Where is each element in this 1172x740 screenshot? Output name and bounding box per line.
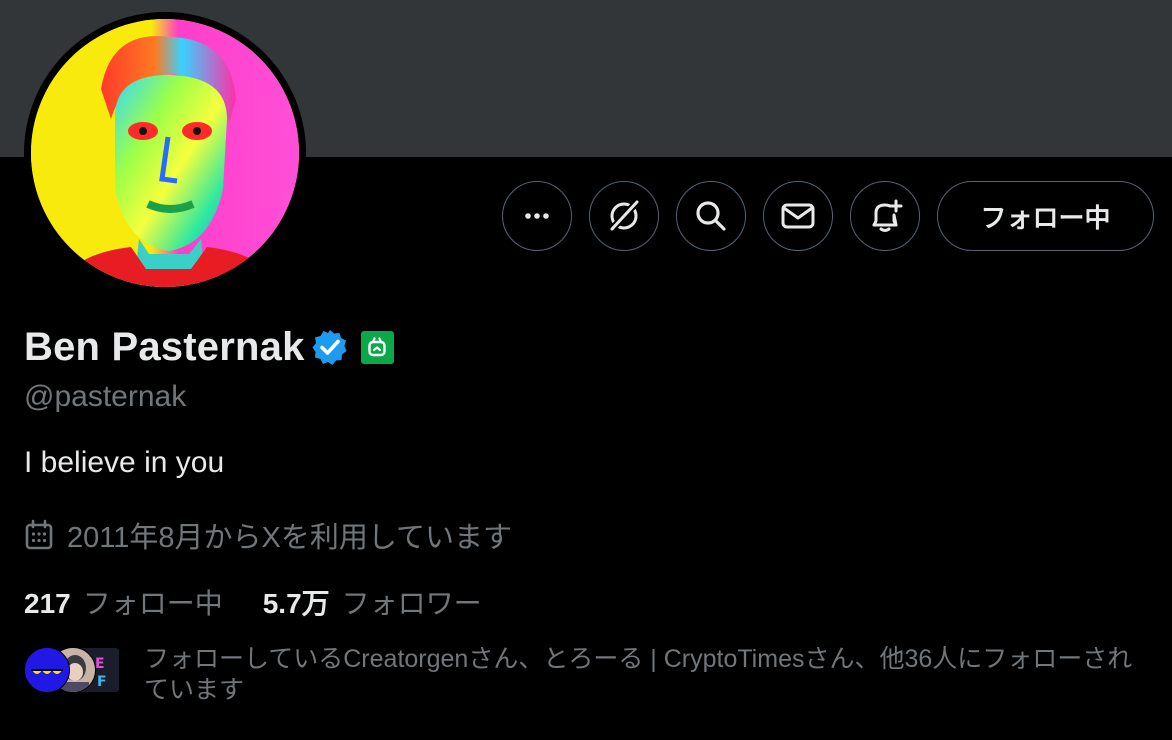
bell-plus-icon [872, 199, 903, 232]
more-button[interactable] [502, 181, 572, 251]
calendar-icon [25, 519, 53, 550]
display-name: Ben Pasternak [24, 324, 305, 369]
profile-avatar[interactable] [31, 19, 299, 287]
notify-button[interactable] [850, 181, 920, 251]
mutual-avatars: E F [24, 644, 124, 693]
search-profile-button[interactable] [676, 181, 746, 251]
profile-actions: フォロー中 [502, 181, 1154, 251]
join-date-text: 2011年8月からXを利用しています [67, 522, 512, 554]
following-button[interactable]: フォロー中 [937, 181, 1154, 251]
followers-count: 5.7万 [262, 588, 330, 619]
name-row: Ben Pasternak [24, 322, 394, 372]
user-handle: @pasternak [24, 380, 187, 413]
following-label: フォロー中 [82, 588, 223, 619]
following-stat-link[interactable]: 217 フォロー中 [24, 582, 223, 622]
profile-bio: I believe in you [24, 446, 225, 479]
envelope-icon [781, 203, 815, 229]
mutual-avatar [24, 647, 70, 693]
svg-text:F: F [97, 674, 107, 690]
search-icon [696, 201, 726, 231]
followers-you-know[interactable]: E F フォローしているCreatorgenさん、とろーる | CryptoTi… [24, 644, 1144, 706]
join-date: 2011年8月からXを利用しています [24, 514, 512, 556]
more-dots-icon [525, 213, 549, 219]
grok-icon [610, 200, 639, 231]
verified-badge-icon[interactable] [311, 328, 349, 366]
followers-stat-link[interactable]: 5.7万 フォロワー [263, 582, 482, 622]
profile-page: フォロー中 Ben Pasternak @pasternak I believe… [0, 0, 1172, 740]
followers-label: フォロワー [341, 588, 482, 619]
affiliate-label-icon[interactable] [360, 330, 394, 364]
follow-stats: 217 フォロー中 5.7万 フォロワー [24, 582, 482, 622]
followers-you-know-text: フォローしているCreatorgenさん、とろーる | CryptoTimesさ… [144, 645, 1133, 704]
svg-text:E: E [95, 656, 105, 672]
message-button[interactable] [763, 181, 833, 251]
grok-button[interactable] [589, 181, 659, 251]
following-count: 217 [24, 588, 71, 619]
